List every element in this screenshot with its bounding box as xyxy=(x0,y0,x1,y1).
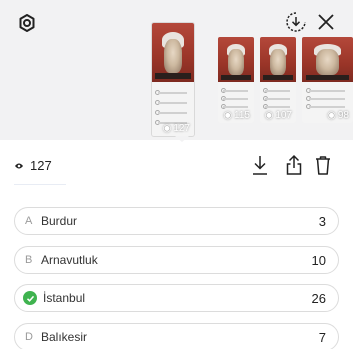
quiz-option: A Burdur 3 xyxy=(14,207,339,235)
option-label: Burdur xyxy=(41,214,78,228)
story-view-count: ◉ 115 xyxy=(223,110,250,121)
story-thumbnail[interactable]: ◉ 107 xyxy=(260,37,296,123)
option-votes: 3 xyxy=(318,213,326,229)
eye-icon: ◉ xyxy=(223,110,233,121)
divider xyxy=(14,184,66,185)
story-view-count: ◉ 107 xyxy=(264,110,292,121)
story-thumbnail[interactable]: ◉ 115 xyxy=(218,37,254,123)
quiz-option-correct: İstanbul 26 xyxy=(14,284,339,312)
option-votes: 26 xyxy=(311,290,326,306)
circle-download-icon xyxy=(286,12,306,32)
download-icon xyxy=(253,156,267,175)
share-button[interactable] xyxy=(282,152,306,178)
viewers-count: 127 xyxy=(30,158,52,173)
quiz-option: D Balıkesir 7 xyxy=(14,323,339,349)
option-label: Balıkesir xyxy=(41,330,88,344)
download-button[interactable] xyxy=(248,152,272,178)
quiz-option: B Arnavutluk 10 xyxy=(14,246,339,274)
eye-icon: ◉ xyxy=(264,110,274,121)
gear-icon xyxy=(19,14,35,32)
checkmark-icon xyxy=(23,291,37,305)
share-icon xyxy=(286,154,302,175)
viewers-button[interactable]: 127 xyxy=(14,158,52,173)
story-view-count: ◉ 98 xyxy=(327,110,349,121)
option-label: İstanbul xyxy=(43,291,86,305)
story-thumbnail-selected[interactable]: ◉ 127 xyxy=(152,23,194,136)
story-view-count: ◉ 127 xyxy=(162,123,190,134)
eye-icon: ◉ xyxy=(327,110,336,121)
story-actions-bar: 127 xyxy=(0,150,353,186)
option-letter: A xyxy=(25,215,33,227)
option-votes: 10 xyxy=(311,252,326,268)
close-icon xyxy=(318,14,334,30)
settings-button[interactable] xyxy=(14,10,40,36)
selection-pointer xyxy=(175,136,189,142)
eye-icon: ◉ xyxy=(162,123,172,134)
close-button[interactable] xyxy=(314,10,338,34)
delete-button[interactable] xyxy=(312,152,334,178)
option-votes: 7 xyxy=(318,329,326,345)
eye-icon xyxy=(15,163,23,168)
option-label: Arnavutluk xyxy=(41,253,98,267)
story-thumbnail[interactable]: ◉ 98 xyxy=(302,37,353,123)
trash-icon xyxy=(316,156,330,175)
option-letter: D xyxy=(25,331,33,343)
save-story-button[interactable] xyxy=(284,10,308,34)
option-letter: B xyxy=(25,254,33,266)
